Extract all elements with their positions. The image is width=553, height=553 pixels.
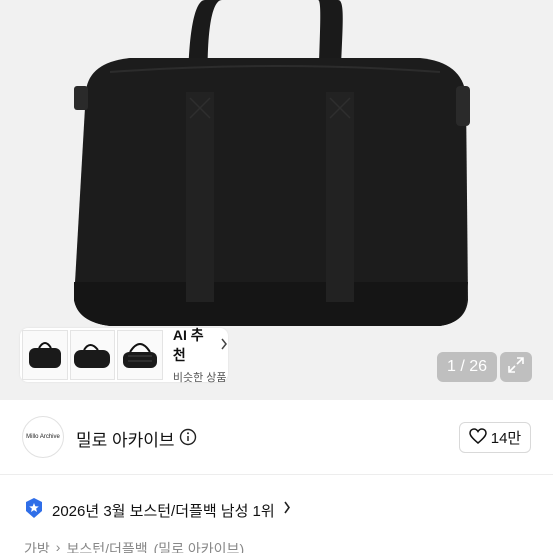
heart-icon <box>468 427 487 448</box>
thumbnail-1[interactable] <box>22 330 68 380</box>
info-icon[interactable] <box>179 428 197 446</box>
thumbnail-2[interactable] <box>69 330 116 380</box>
avatar-text: Millo Archive <box>26 434 60 440</box>
breadcrumb-item[interactable]: (밀로 아카이브) <box>154 539 245 553</box>
like-count: 14만 <box>490 430 522 447</box>
expand-icon <box>507 356 525 379</box>
breadcrumb-item[interactable]: 가방 <box>24 539 50 553</box>
expand-gallery-button[interactable] <box>500 352 532 382</box>
thumbnail-3[interactable] <box>117 330 163 380</box>
chevron-right-icon <box>283 501 291 519</box>
chevron-right-icon <box>220 337 228 353</box>
ai-recommend-strip[interactable]: AI 추천 비슷한 상품 <box>20 325 228 385</box>
seller-name[interactable]: 밀로 아카이브 <box>76 426 175 451</box>
ai-recommend-title: AI 추천 <box>172 327 204 363</box>
seller-avatar[interactable]: Millo Archive <box>22 416 64 458</box>
breadcrumb-item[interactable]: 보스턴/더플백 <box>66 539 147 553</box>
ai-recommend-subtitle: 비슷한 상품 <box>172 372 227 384</box>
rank-badge-icon <box>24 497 44 524</box>
like-button[interactable]: 14만 <box>459 422 531 453</box>
breadcrumb-separator-icon: › <box>55 539 61 553</box>
ai-recommend-link[interactable]: AI 추천 비슷한 상품 <box>173 325 228 385</box>
rank-text: 2026년 3월 보스턴/더플백 남성 1위 <box>52 502 275 520</box>
seller-section: Millo Archive 밀로 아카이브 14만 <box>0 400 553 475</box>
ranking-row[interactable]: 2026년 3월 보스턴/더플백 남성 1위 <box>24 497 291 524</box>
breadcrumb: 가방 › 보스턴/더플백 (밀로 아카이브) <box>24 539 244 553</box>
image-counter: 1 / 26 <box>437 352 497 382</box>
